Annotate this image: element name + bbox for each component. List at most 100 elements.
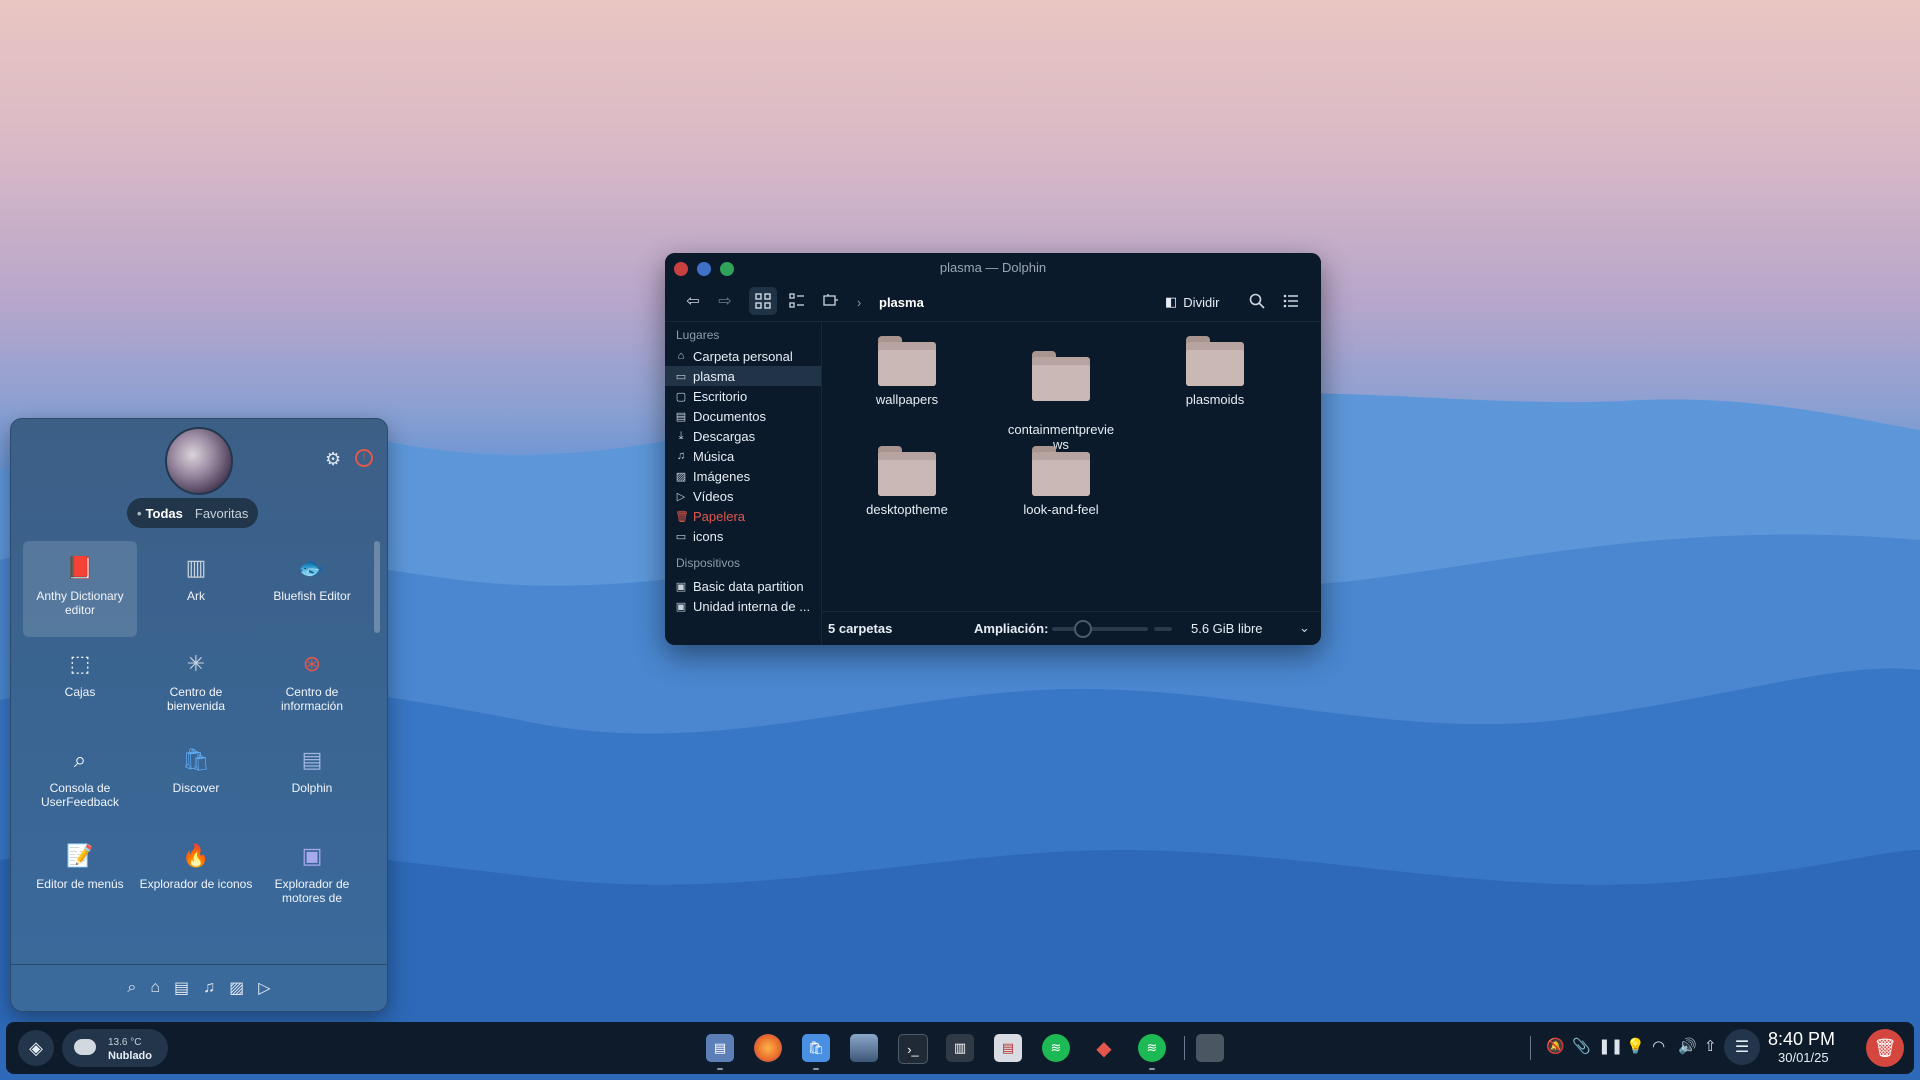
chevron-down-icon[interactable]: ⌄ (1299, 620, 1310, 636)
folder-icon (878, 336, 936, 386)
running-indicator (717, 1068, 723, 1070)
zoom-slider-track[interactable] (1052, 627, 1148, 631)
place-home[interactable]: ⌂ Carpeta personal (665, 346, 821, 366)
document-viewer-icon[interactable]: ▤ (994, 1034, 1022, 1062)
app-ark[interactable]: ▥ Ark (139, 541, 253, 633)
trash-icon: 🗑 (675, 510, 689, 523)
place-downloads[interactable]: ⤓ Descargas (665, 426, 821, 446)
app-welcome-center[interactable]: ✳ Centro de bienvenida (139, 637, 253, 729)
app-launcher-button[interactable]: ◈ (18, 1030, 54, 1066)
icon-view-icon[interactable] (749, 287, 777, 315)
toolbar: ⇦ ⇨ › plasma ◧ Dividir (665, 283, 1321, 322)
volume-icon[interactable]: 🔊 (1678, 1037, 1697, 1055)
spotify-icon[interactable]: ≋ (1042, 1034, 1070, 1062)
split-button[interactable]: ◧ Dividir (1165, 289, 1219, 315)
device-internal[interactable]: ▣ Unidad interna de ... (665, 596, 821, 616)
scrollbar[interactable] (374, 541, 380, 633)
welcome-icon: ✳ (186, 651, 206, 676)
split-label: Dividir (1183, 294, 1220, 310)
dolphin-task-icon[interactable]: ▤ (706, 1034, 734, 1062)
device-basic-data[interactable]: ▣ Basic data partition (665, 576, 821, 596)
drive-icon: ▣ (675, 580, 687, 593)
title-bar[interactable]: plasma — Dolphin (665, 253, 1321, 283)
system-settings-button[interactable]: ☰ (1724, 1029, 1760, 1065)
sliders-icon: ☰ (1734, 1039, 1750, 1056)
menu-editor-icon: 📝 (66, 843, 94, 868)
app-discover[interactable]: 🛍 Discover (139, 733, 253, 825)
details-view-icon[interactable] (817, 287, 845, 315)
compact-view-icon[interactable] (783, 287, 811, 315)
spotify-icon[interactable]: ≋ (1138, 1034, 1166, 1062)
engine-explorer-icon: ▣ (301, 843, 323, 868)
hamburger-menu-icon[interactable] (1277, 287, 1305, 315)
place-videos[interactable]: ▷ Vídeos (665, 486, 821, 506)
app-engine-explorer[interactable]: ▣ Explorador de motores de (255, 829, 369, 921)
app-menu-editor[interactable]: 📝 Editor de menús (23, 829, 137, 921)
terminal-icon[interactable]: ›_ (898, 1034, 928, 1064)
app-label: Anthy Dictionary editor (36, 589, 124, 617)
document-icon[interactable]: ▤ (174, 978, 189, 998)
weather-widget[interactable]: 13.6 °C Nublado (62, 1029, 168, 1067)
home-icon[interactable]: ⌂ (150, 979, 160, 997)
forward-icon[interactable]: ⇨ (711, 287, 739, 315)
zoom-slider-handle[interactable] (1074, 620, 1092, 638)
media-pause-icon[interactable]: ❚❚ (1598, 1037, 1623, 1055)
app-cajas[interactable]: ⬚ Cajas (23, 637, 137, 729)
clock-time[interactable]: 8:40 PM (1768, 1029, 1835, 1050)
image-icon[interactable]: ▨ (229, 978, 244, 998)
launcher-tabs: Todas Favoritas (127, 498, 259, 528)
folder-item-look-and-feel[interactable]: look-and-feel (1001, 446, 1121, 517)
back-icon[interactable]: ⇦ (679, 287, 707, 315)
tab-all[interactable]: Todas (137, 506, 183, 521)
place-plasma[interactable]: ▭ plasma (665, 366, 821, 386)
clock-date[interactable]: 30/01/25 (1778, 1050, 1829, 1065)
place-documents[interactable]: ▤ Documentos (665, 406, 821, 426)
chevron-right-icon: › (857, 295, 862, 310)
app-bluefish[interactable]: 🐟 Bluefish Editor (255, 541, 369, 633)
home-icon: ⌂ (677, 350, 685, 362)
app-info-center[interactable]: ⊛ Centro de información (255, 637, 369, 729)
search-icon[interactable]: ⌕ (127, 979, 136, 997)
app-icon-explorer[interactable]: 🔥 Explorador de iconos (139, 829, 253, 921)
app-userfeedback[interactable]: ⌕ Consola de UserFeedback (23, 733, 137, 825)
app-dolphin[interactable]: ▤ Dolphin (255, 733, 369, 825)
app-anthy-dictionary[interactable]: 📕 Anthy Dictionary editor (23, 541, 137, 637)
place-desktop[interactable]: ▢ Escritorio (665, 386, 821, 406)
show-desktop-icon[interactable] (1196, 1034, 1224, 1062)
wifi-icon[interactable]: ◠ (1652, 1037, 1665, 1055)
tab-favorites[interactable]: Favoritas (195, 506, 248, 521)
settings-sliders-icon[interactable]: ⚙ (325, 449, 341, 470)
music-icon[interactable]: ♫ (203, 979, 215, 997)
clipboard-icon[interactable]: 📎 (1572, 1037, 1591, 1055)
avatar[interactable] (165, 427, 233, 495)
folder-icon: ▭ (675, 530, 687, 543)
free-space[interactable]: 5.6 GiB libre (1191, 621, 1263, 636)
place-icons[interactable]: ▭ icons (665, 526, 821, 546)
power-icon[interactable]: ! (355, 449, 373, 467)
discover-task-icon[interactable]: 🛍 (802, 1034, 830, 1062)
drive-icon: ▣ (675, 600, 687, 613)
desktop-icon: ▢ (675, 390, 687, 403)
kite-icon[interactable]: ◆ (1090, 1034, 1118, 1062)
app-launcher: ⚙ ! Todas Favoritas 📕 Anthy Dictionary e… (10, 418, 388, 1012)
video-icon[interactable]: ▷ (258, 978, 270, 998)
bulb-icon[interactable]: 💡 (1626, 1037, 1645, 1055)
folder-item-plasmoids[interactable]: plasmoids (1155, 336, 1275, 407)
updates-arrow-icon[interactable]: ⇧ (1704, 1037, 1717, 1055)
place-images[interactable]: ▨ Imágenes (665, 466, 821, 486)
system-monitor-icon[interactable]: ▥ (946, 1034, 974, 1062)
breadcrumb[interactable]: plasma (879, 295, 924, 310)
app-label: Explorador de iconos (139, 877, 253, 891)
search-icon[interactable] (1243, 287, 1271, 315)
lifebuoy-icon: ⊛ (302, 651, 322, 676)
folder-item-wallpapers[interactable]: wallpapers (847, 336, 967, 407)
place-trash[interactable]: 🗑 Papelera (665, 506, 821, 526)
trash-icon[interactable]: 🗑 (1866, 1029, 1904, 1067)
boxes-icon: ⬚ (69, 651, 91, 676)
firefox-icon[interactable] (754, 1034, 782, 1062)
split-view-icon: ◧ (1165, 294, 1178, 309)
place-music[interactable]: ♫ Música (665, 446, 821, 466)
notifications-icon[interactable]: 🔕 (1546, 1037, 1565, 1055)
image-viewer-icon[interactable] (850, 1034, 878, 1062)
folder-item-desktoptheme[interactable]: desktoptheme (847, 446, 967, 517)
